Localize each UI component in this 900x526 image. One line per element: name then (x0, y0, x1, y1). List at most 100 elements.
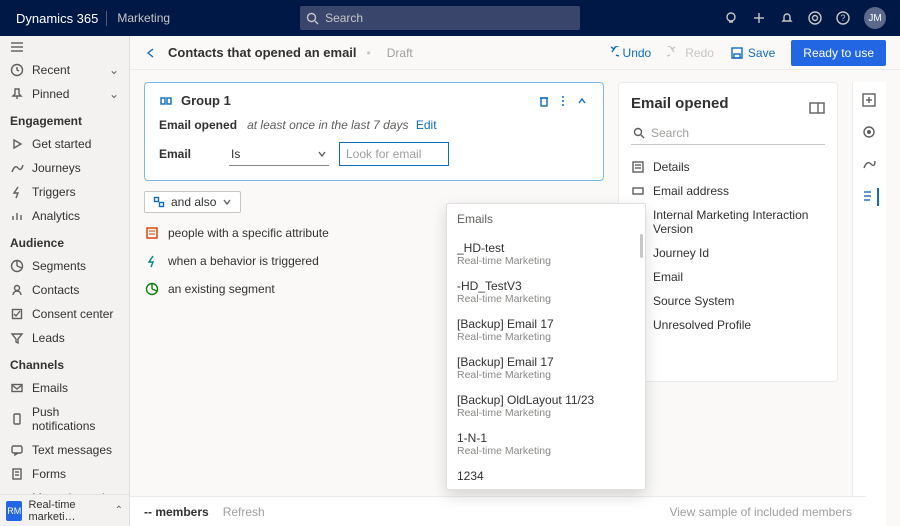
consent-icon (10, 307, 24, 321)
andalso-icon (153, 196, 165, 208)
nav-text[interactable]: Text messages (0, 438, 129, 462)
behavior-icon (144, 253, 160, 269)
delete-icon[interactable] (537, 94, 551, 108)
plus-icon[interactable] (752, 11, 766, 25)
panel-item-email[interactable]: Email (631, 265, 825, 289)
clock-icon (10, 63, 24, 77)
lookup-option[interactable]: [Backup] Email 17Real-time Marketing (447, 349, 645, 387)
rail-add-icon[interactable] (861, 92, 879, 110)
app-header: Dynamics 365 Marketing Search ? JM (0, 0, 900, 36)
nav-get-started[interactable]: Get started (0, 132, 129, 156)
app-area-label[interactable]: Marketing (107, 11, 180, 25)
nav-contacts[interactable]: Contacts (0, 278, 129, 302)
panel-item-interaction-version[interactable]: Internal Marketing Interaction Version (631, 203, 825, 241)
lookup-option[interactable]: [Backup] OldLayout 11/23Real-time Market… (447, 387, 645, 425)
journey-icon (10, 161, 24, 175)
email-lookup-input[interactable]: Look for email (339, 142, 449, 166)
svg-text:?: ? (840, 13, 845, 23)
nav-analytics[interactable]: Analytics (0, 204, 129, 228)
sms-icon (10, 443, 24, 457)
hamburger-icon (10, 42, 24, 52)
gear-icon[interactable] (808, 11, 822, 25)
lookup-option[interactable]: _HD-testReal-time Marketing (447, 235, 645, 273)
ready-to-use-button[interactable]: Ready to use (791, 40, 886, 66)
nav-leads[interactable]: Leads (0, 326, 129, 350)
lookup-option[interactable]: [Backup] Email 17Real-time Marketing (447, 311, 645, 349)
panel-search[interactable]: Search (631, 122, 825, 145)
group-icon (159, 94, 173, 108)
nav-section-engagement: Engagement (0, 106, 129, 132)
email-lookup-dropdown: Emails _HD-testReal-time Marketing -HD_T… (446, 203, 646, 490)
bell-icon[interactable] (780, 11, 794, 25)
stage: Contacts that opened an email • Draft Un… (130, 36, 900, 526)
behavior-summary: Email opened at least once in the last 7… (159, 118, 589, 132)
rail-elements-icon[interactable] (861, 188, 879, 206)
nav-segments[interactable]: Segments (0, 254, 129, 278)
operator-select[interactable]: Is (229, 143, 329, 166)
attribute-icon (144, 225, 160, 241)
global-search[interactable]: Search (300, 6, 580, 30)
left-nav: Recent ⌄ Pinned ⌄ Engagement Get started… (0, 36, 130, 526)
pin-icon (10, 87, 24, 101)
lookup-option[interactable]: -HD_TestV3Real-time Marketing (447, 273, 645, 311)
help-icon[interactable]: ? (836, 11, 850, 25)
segments-icon (10, 259, 24, 273)
panel-expand-icon[interactable] (809, 102, 825, 114)
nav-journeys[interactable]: Journeys (0, 156, 129, 180)
panel-item-details[interactable]: Details (631, 155, 825, 179)
nav-recent[interactable]: Recent ⌄ (0, 58, 129, 82)
analytics-icon (10, 209, 24, 223)
search-icon (633, 127, 645, 139)
nav-emails[interactable]: Emails (0, 376, 129, 400)
save-icon (730, 46, 744, 60)
chevron-down-icon (317, 149, 327, 159)
lookup-option[interactable]: 1-N-1Real-time Marketing (447, 425, 645, 463)
lookup-option[interactable]: 1234 (447, 463, 645, 489)
edit-qualifier-link[interactable]: Edit (416, 118, 437, 132)
contacts-icon (10, 283, 24, 297)
panel-item-journey-id[interactable]: Journey Id (631, 241, 825, 265)
scrollbar-thumb[interactable] (640, 234, 643, 258)
search-icon (306, 12, 319, 25)
nav-pinned[interactable]: Pinned ⌄ (0, 82, 129, 106)
group-card: Group 1 Email opened at least once in th… (144, 82, 604, 181)
area-label: Real-time marketi… (28, 499, 108, 523)
canvas-footer: -- members Refresh View sample of includ… (130, 496, 866, 526)
header-actions: ? JM (724, 7, 892, 29)
chevron-down-icon: ⌄ (109, 63, 119, 77)
member-count: -- members (144, 505, 209, 519)
nav-push[interactable]: Push notifications (0, 400, 129, 438)
undo-icon (605, 46, 619, 60)
nav-forms[interactable]: Forms (0, 462, 129, 486)
area-badge: RM (6, 501, 22, 521)
save-button[interactable]: Save (730, 46, 775, 60)
properties-panel: Email opened Search Details Email addres… (618, 82, 838, 382)
nav-consent-center[interactable]: Consent center (0, 302, 129, 326)
panel-item-unresolved[interactable]: Unresolved Profile (631, 313, 825, 337)
rail-flow-icon[interactable] (861, 156, 879, 174)
back-icon[interactable] (144, 46, 158, 60)
more-vertical-icon[interactable] (561, 94, 565, 108)
avatar[interactable]: JM (864, 7, 886, 29)
dropdown-heading: Emails (447, 204, 645, 235)
nav-section-audience: Audience (0, 228, 129, 254)
panel-item-email-address[interactable]: Email address (631, 179, 825, 203)
lightbulb-icon[interactable] (724, 11, 738, 25)
rail-target-icon[interactable] (861, 124, 879, 142)
status-badge: Draft (387, 46, 413, 60)
panel-item-source-system[interactable]: Source System (631, 289, 825, 313)
brand-label[interactable]: Dynamics 365 (8, 11, 107, 26)
and-also-button[interactable]: and also (144, 191, 241, 213)
page-title: Contacts that opened an email (168, 45, 357, 60)
redo-button[interactable]: Redo (667, 46, 714, 60)
chevron-up-icon[interactable] (575, 94, 589, 108)
area-switcher[interactable]: RM Real-time marketi… ⌃ (0, 494, 129, 526)
redo-icon (667, 46, 681, 60)
refresh-button[interactable]: Refresh (223, 505, 265, 519)
abc-icon (631, 184, 645, 198)
view-sample-button[interactable]: View sample of included members (669, 505, 852, 519)
undo-button[interactable]: Undo (605, 46, 652, 60)
nav-triggers[interactable]: Triggers (0, 180, 129, 204)
nav-collapse-button[interactable] (0, 36, 129, 58)
forms-icon (10, 467, 24, 481)
